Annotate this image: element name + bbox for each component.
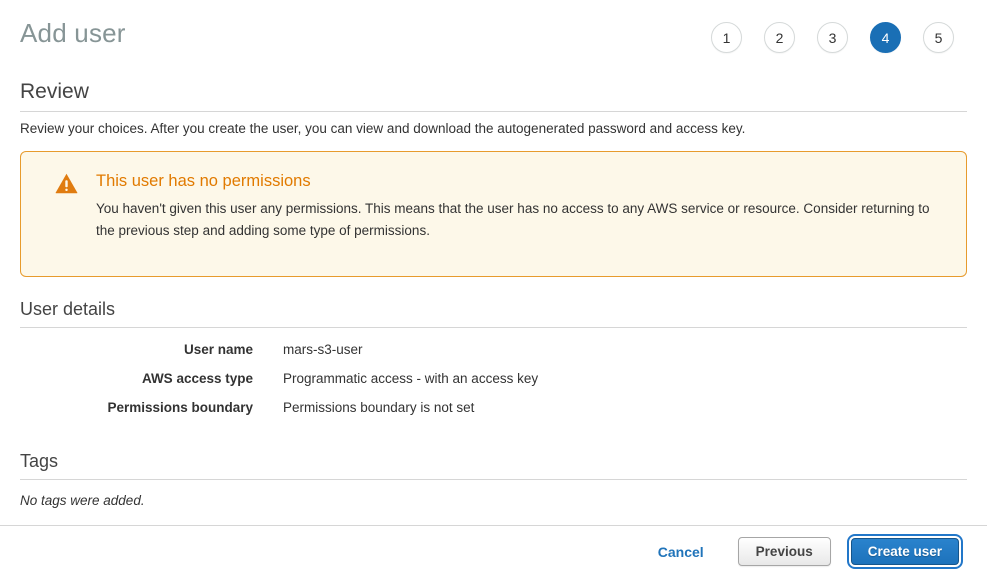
user-details-rows: User name mars-s3-user AWS access type P…: [20, 342, 967, 415]
access-type-value: Programmatic access - with an access key: [283, 371, 538, 386]
table-row: Permissions boundary Permissions boundar…: [20, 400, 967, 415]
warning-triangle-icon: [55, 173, 78, 199]
tags-heading: Tags: [20, 451, 967, 479]
warning-content: This user has no permissions You haven't…: [96, 172, 946, 242]
tags-section: Tags No tags were added.: [0, 451, 987, 508]
step-5[interactable]: 5: [923, 22, 954, 53]
warning-title: This user has no permissions: [96, 172, 946, 191]
tags-divider: [20, 479, 967, 480]
user-name-value: mars-s3-user: [283, 342, 363, 357]
previous-button[interactable]: Previous: [738, 537, 831, 566]
review-divider: [20, 111, 967, 112]
page-title: Add user: [20, 16, 126, 49]
wizard-header: Add user 1 2 3 4 5: [0, 0, 987, 53]
step-2[interactable]: 2: [764, 22, 795, 53]
create-user-button[interactable]: Create user: [851, 538, 959, 565]
review-heading: Review: [20, 80, 967, 111]
user-details-heading: User details: [20, 299, 967, 327]
review-description: Review your choices. After you create th…: [20, 121, 967, 136]
user-details-section: User details User name mars-s3-user AWS …: [0, 299, 987, 415]
warning-body: You haven't given this user any permissi…: [96, 198, 946, 242]
permissions-boundary-value: Permissions boundary is not set: [283, 400, 474, 415]
tags-empty-text: No tags were added.: [20, 493, 967, 508]
access-type-label: AWS access type: [20, 371, 253, 386]
user-name-label: User name: [20, 342, 253, 357]
review-section: Review Review your choices. After you cr…: [0, 53, 987, 277]
create-user-focus-ring: Create user: [847, 534, 963, 569]
step-indicator: 1 2 3 4 5: [711, 16, 967, 53]
step-4-active[interactable]: 4: [870, 22, 901, 53]
no-permissions-warning: This user has no permissions You haven't…: [20, 151, 967, 277]
permissions-boundary-label: Permissions boundary: [20, 400, 253, 415]
table-row: User name mars-s3-user: [20, 342, 967, 357]
step-3[interactable]: 3: [817, 22, 848, 53]
step-1[interactable]: 1: [711, 22, 742, 53]
cancel-link[interactable]: Cancel: [658, 544, 704, 560]
user-details-divider: [20, 327, 967, 328]
wizard-footer: Cancel Previous Create user: [0, 525, 987, 581]
add-user-wizard: Add user 1 2 3 4 5 Review Review your ch…: [0, 0, 987, 581]
table-row: AWS access type Programmatic access - wi…: [20, 371, 967, 386]
